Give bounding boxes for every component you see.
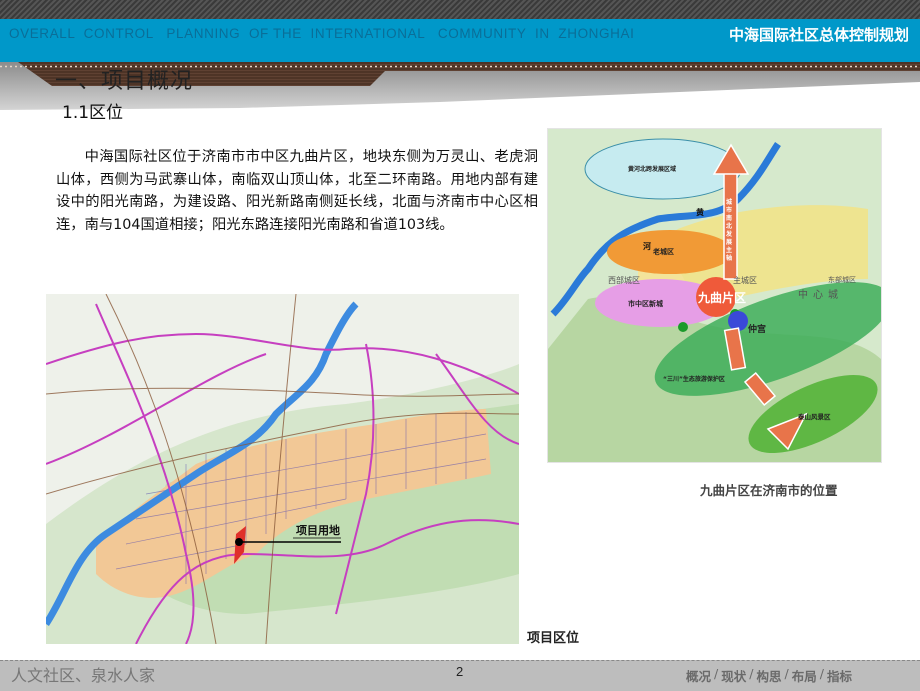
label-jiuqu: 九曲片区	[698, 291, 747, 305]
header-band: OVERALL CONTROL PLANNING OF THE INTERNAT…	[0, 19, 920, 62]
label-sanchuan: “三川”生态旅游保护区	[663, 376, 725, 383]
project-site-label: 项目用地	[296, 524, 340, 537]
nav-concept[interactable]: 构思	[756, 666, 781, 685]
city-location-map: 项目用地	[46, 294, 519, 644]
header-chinese-title: 中海国际社区总体控制规划	[728, 26, 909, 44]
label-river-he: 河	[643, 242, 651, 251]
nav-layout[interactable]: 布局	[792, 666, 817, 685]
nav-separator: /	[784, 666, 789, 681]
jiuqu-position-map: 黄河北跨发展区域 老城区 九曲片区 市中区新城 西部城区 主城区 东部城区 中心…	[547, 128, 882, 463]
nav-separator: /	[819, 666, 824, 681]
label-axis: 城市南北发展主轴	[726, 199, 733, 262]
footer-navigation: 概况 / 现状 / 构思 / 布局 / 指标	[686, 666, 852, 685]
label-river-huang: 黄	[696, 208, 704, 217]
label-taishan: 泰山风景区	[798, 413, 831, 421]
nav-separator: /	[749, 666, 754, 681]
nav-overview[interactable]: 概况	[686, 666, 711, 685]
page-number: 2	[456, 664, 464, 679]
footer-slogan: 人文社区、泉水人家	[11, 666, 156, 685]
label-main-city: 主城区	[733, 276, 757, 285]
section-title: 一、项目概况	[55, 69, 194, 94]
location-description: 中海国际社区位于济南市市中区九曲片区，地块东侧为万灵山、老虎洞山体，西侧为马武寨…	[56, 149, 538, 233]
top-hatched-strip	[0, 0, 920, 19]
side-map-caption: 九曲片区在济南市的位置	[700, 483, 838, 498]
nav-indicators[interactable]: 指标	[827, 666, 852, 685]
label-new-city: 市中区新城	[628, 300, 663, 308]
header-english-title: OVERALL CONTROL PLANNING OF THE INTERNAT…	[9, 26, 635, 41]
label-zhonggong: 仲宫	[748, 325, 767, 335]
nav-status[interactable]: 现状	[721, 666, 746, 685]
label-north-zone: 黄河北跨发展区域	[628, 166, 677, 173]
label-center-city: 中心城	[798, 290, 843, 301]
nav-separator: /	[714, 666, 719, 681]
section-subtitle: 1.1区位	[62, 103, 124, 123]
label-west-city: 西部城区	[608, 276, 640, 285]
label-old-city: 老城区	[653, 248, 674, 256]
main-map-caption: 项目区位	[527, 631, 580, 646]
label-east-city: 东部城区	[828, 276, 856, 284]
